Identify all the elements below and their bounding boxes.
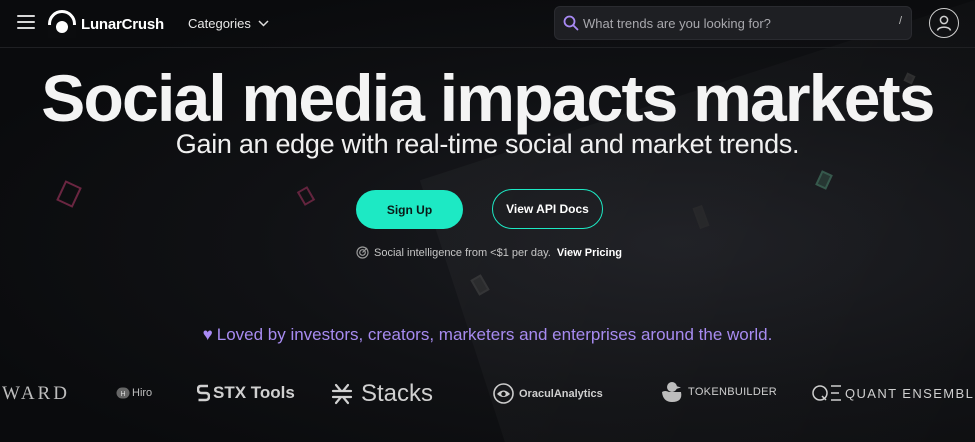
user-account-icon[interactable]	[929, 8, 959, 38]
brand-name: OraculAnalytics	[519, 387, 603, 400]
top-navbar: LunarCrush Categories /	[0, 0, 975, 48]
chevron-down-icon	[258, 20, 269, 27]
brand-name: Stacks	[361, 380, 434, 407]
search-shortcut-hint: /	[898, 15, 902, 27]
brand-name: STX Tools	[213, 383, 295, 402]
sign-up-button[interactable]: Sign Up	[356, 190, 463, 229]
decorative-shard	[692, 204, 710, 230]
brand-stacks: Stacks	[331, 380, 433, 408]
view-pricing-link[interactable]: View Pricing	[557, 247, 622, 259]
stx-s-icon	[197, 384, 210, 402]
search-icon	[563, 15, 579, 31]
brand-name: WARD	[2, 383, 70, 404]
pricing-text: Social intelligence from <$1 per day.	[374, 246, 551, 259]
user-silhouette-icon	[936, 15, 952, 31]
view-api-docs-button[interactable]: View API Docs	[492, 189, 603, 229]
loved-text: Loved by investors, creators, marketers …	[216, 325, 773, 344]
oracul-eye-icon	[493, 383, 514, 404]
heart-icon: ♥	[202, 325, 213, 344]
brand-name: QUANT ENSEMBLE	[845, 385, 975, 401]
logo-text: LunarCrush	[81, 15, 165, 33]
decorative-shard	[815, 170, 833, 190]
brand-tokenbuilder: TOKENBUILDER	[661, 381, 777, 403]
hamburger-menu-icon[interactable]	[17, 15, 35, 31]
hero-headline: Social media impacts markets	[41, 61, 935, 135]
stacks-asterisk-icon	[331, 383, 353, 405]
brand-hiro: H Hiro	[116, 387, 152, 399]
brand-name: TOKENBUILDER	[688, 386, 777, 398]
search-bar[interactable]: /	[554, 6, 912, 40]
lunarcrush-logo[interactable]: LunarCrush	[48, 10, 164, 38]
decorative-shard	[296, 186, 316, 206]
duck-icon	[662, 382, 682, 402]
categories-dropdown[interactable]: Categories	[188, 16, 269, 31]
loved-by-banner: ♥ Loved by investors, creators, marketers…	[0, 325, 975, 345]
pricing-note: Social intelligence from <$1 per day. Vi…	[356, 246, 622, 259]
hiro-badge-icon: H	[116, 387, 130, 399]
brand-oraculanalytics: OraculAnalytics	[493, 383, 603, 404]
brand-name: Hiro	[132, 387, 153, 399]
decorative-shard	[470, 274, 490, 296]
target-speed-icon	[356, 246, 369, 259]
brand-stx-tools: STX Tools	[197, 383, 295, 403]
lunarcrush-moon-icon	[48, 10, 76, 38]
categories-label: Categories	[188, 16, 251, 31]
hero-subheadline: Gain an edge with real-time social and m…	[175, 129, 800, 159]
partner-logos-strip: WARD H Hiro STX Tools Stacks OraculAnaly…	[0, 378, 975, 412]
search-input[interactable]	[583, 15, 883, 31]
decorative-shard	[56, 180, 82, 208]
svg-text:H: H	[120, 391, 125, 398]
qe-monogram-icon	[812, 385, 841, 401]
brand-quant-ensemble: QUANT ENSEMBLE	[812, 384, 975, 402]
brand-ward: WARD	[2, 383, 70, 405]
